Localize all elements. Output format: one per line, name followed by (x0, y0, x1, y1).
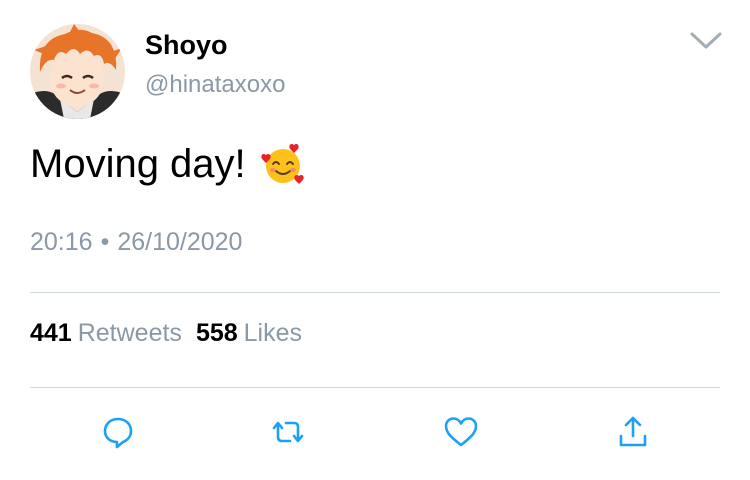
smiling-face-with-hearts-emoji (260, 143, 304, 184)
divider (30, 387, 720, 388)
timestamp-separator: • (100, 228, 110, 256)
chevron-down-icon (690, 32, 722, 49)
likes-label: Likes (243, 319, 303, 347)
tweet-time: 20:16 (30, 228, 93, 256)
tweet-detail: Shoyo @hinataxoxo Moving day! 20:16 • 26/1… (0, 0, 750, 480)
like-button[interactable] (441, 414, 481, 450)
likes-count: 558 (195, 319, 238, 347)
retweets-count: 441 (30, 319, 72, 347)
retweet-button[interactable] (268, 414, 308, 450)
tweet-stats: 441 Retweets 558 Likes (30, 317, 302, 349)
anime-avatar-icon (30, 24, 125, 119)
retweet-icon (272, 421, 304, 443)
tweet-text: Moving day! (30, 142, 246, 186)
retweets-stat[interactable]: 441 Retweets (30, 319, 182, 347)
user-handle[interactable]: @hinataxoxo (145, 70, 285, 100)
tweet-body: Moving day! (30, 138, 306, 190)
tweet-timestamp[interactable]: 20:16 • 26/10/2020 (30, 226, 242, 258)
heart-icon (444, 417, 478, 447)
tweet-menu-button[interactable] (688, 26, 724, 54)
avatar[interactable] (30, 24, 125, 119)
likes-stat[interactable]: 558 Likes (196, 319, 302, 347)
reply-icon (103, 417, 133, 449)
tweet-date: 26/10/2020 (117, 228, 243, 256)
reply-button[interactable] (98, 414, 138, 450)
share-button[interactable] (613, 414, 653, 450)
display-name[interactable]: Shoyo (145, 28, 228, 62)
share-icon (619, 416, 647, 447)
retweets-label: Retweets (77, 319, 182, 347)
divider (30, 292, 720, 293)
